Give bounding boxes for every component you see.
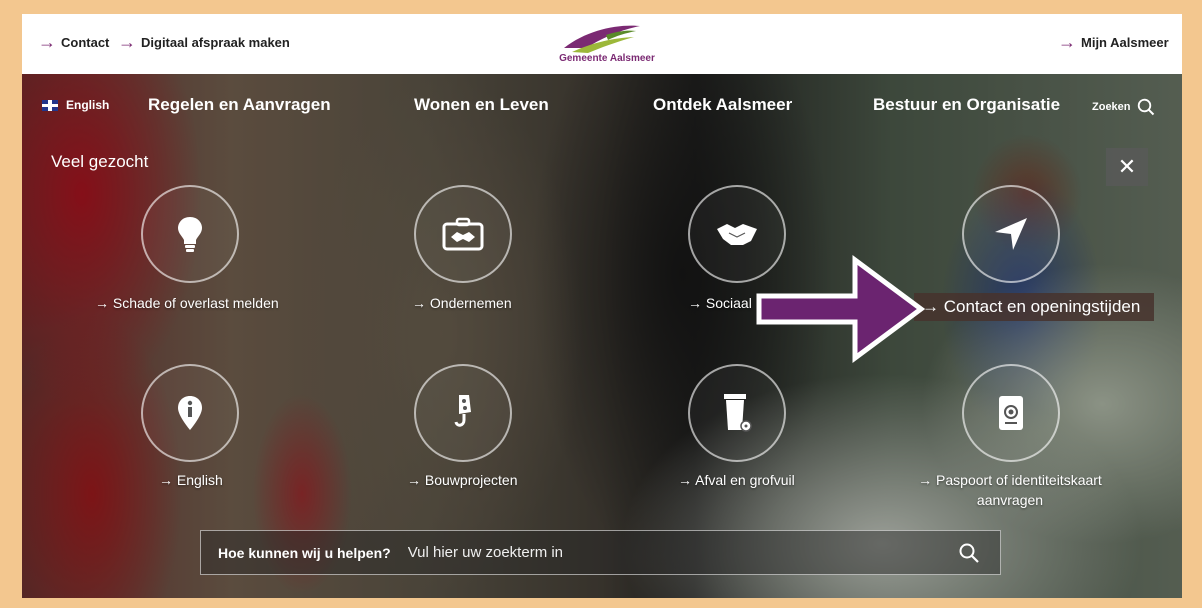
municipality-logo[interactable]: Gemeente Aalsmeer (542, 22, 672, 66)
tile-circle (962, 364, 1060, 462)
search-icon (1137, 98, 1154, 116)
crane-hook-icon (454, 395, 471, 427)
site-search-bar: Hoe kunnen wij u helpen? (200, 530, 1001, 575)
nav-ontdek-aalsmeer[interactable]: Ontdek Aalsmeer (653, 95, 792, 115)
digital-appointment-label: Digitaal afspraak maken (141, 35, 290, 50)
logo-swoosh-icon (564, 25, 640, 53)
search-question-label: Hoe kunnen wij u helpen? (218, 544, 391, 561)
briefcase-handshake-icon (442, 217, 484, 251)
handshake-icon (717, 224, 757, 245)
tile-circle (414, 364, 512, 462)
arrow-right-icon: → (118, 32, 136, 52)
search-toggle-label: Zoeken (1092, 101, 1131, 113)
panel-title: Veel gezocht (51, 152, 149, 171)
mijn-aalsmeer-link[interactable]: → Mijn Aalsmeer (1058, 32, 1169, 52)
nav-bestuur-en-organisatie[interactable]: Bestuur en Organisatie (873, 95, 1060, 115)
close-button[interactable]: ✕ (1106, 148, 1148, 186)
tile-label[interactable]: → Contact en openingstijden (922, 297, 1140, 317)
waste-bin-icon (724, 394, 752, 432)
top-bar: → Contact → Digitaal afspraak maken Geme… (22, 14, 1182, 74)
tile-circle (962, 185, 1060, 283)
location-arrow-icon (995, 218, 1027, 250)
tile-circle (414, 185, 512, 283)
info-pin-icon (178, 396, 202, 430)
tile-label: → Afval en grofvuil (678, 472, 795, 488)
tile-label: → Schade of overlast melden (95, 295, 279, 311)
tile-label: → Ondernemen (412, 295, 512, 311)
language-label: English (66, 98, 110, 112)
main-navigation: English Regelen en Aanvragen Wonen en Le… (22, 74, 1182, 136)
hero-background-photo (22, 74, 1182, 598)
uk-flag-icon (42, 99, 58, 111)
tile-label: → Bouwprojecten (407, 472, 518, 488)
arrow-right-icon: → (1058, 32, 1076, 52)
browser-viewport: → Contact → Digitaal afspraak maken Geme… (22, 14, 1182, 598)
search-input[interactable] (407, 544, 928, 561)
mijn-aalsmeer-label: Mijn Aalsmeer (1081, 35, 1169, 50)
tile-circle (141, 364, 239, 462)
arrow-right-icon: → (38, 32, 56, 52)
tile-circle (688, 364, 786, 462)
contact-link-label: Contact (61, 35, 110, 50)
lightbulb-icon (178, 217, 202, 252)
contact-link[interactable]: → Contact (38, 32, 110, 52)
search-submit-icon[interactable] (958, 542, 980, 564)
search-toggle[interactable]: Zoeken (1092, 98, 1155, 116)
logo-text: Gemeente Aalsmeer (559, 53, 655, 64)
tile-label: → English (159, 472, 223, 488)
tile-circle (141, 185, 239, 283)
annotation-arrow-icon (756, 255, 925, 363)
digital-appointment-link[interactable]: → Digitaal afspraak maken (118, 32, 290, 52)
passport-icon (999, 396, 1023, 430)
nav-regelen-en-aanvragen[interactable]: Regelen en Aanvragen (148, 95, 331, 115)
nav-wonen-en-leven[interactable]: Wonen en Leven (414, 95, 549, 115)
close-icon: ✕ (1117, 154, 1137, 179)
tile-label: → Paspoort of identiteitskaart aanvragen (918, 472, 1102, 508)
language-switch[interactable]: English (42, 98, 109, 112)
tile-label: → Sociaal (688, 295, 752, 311)
